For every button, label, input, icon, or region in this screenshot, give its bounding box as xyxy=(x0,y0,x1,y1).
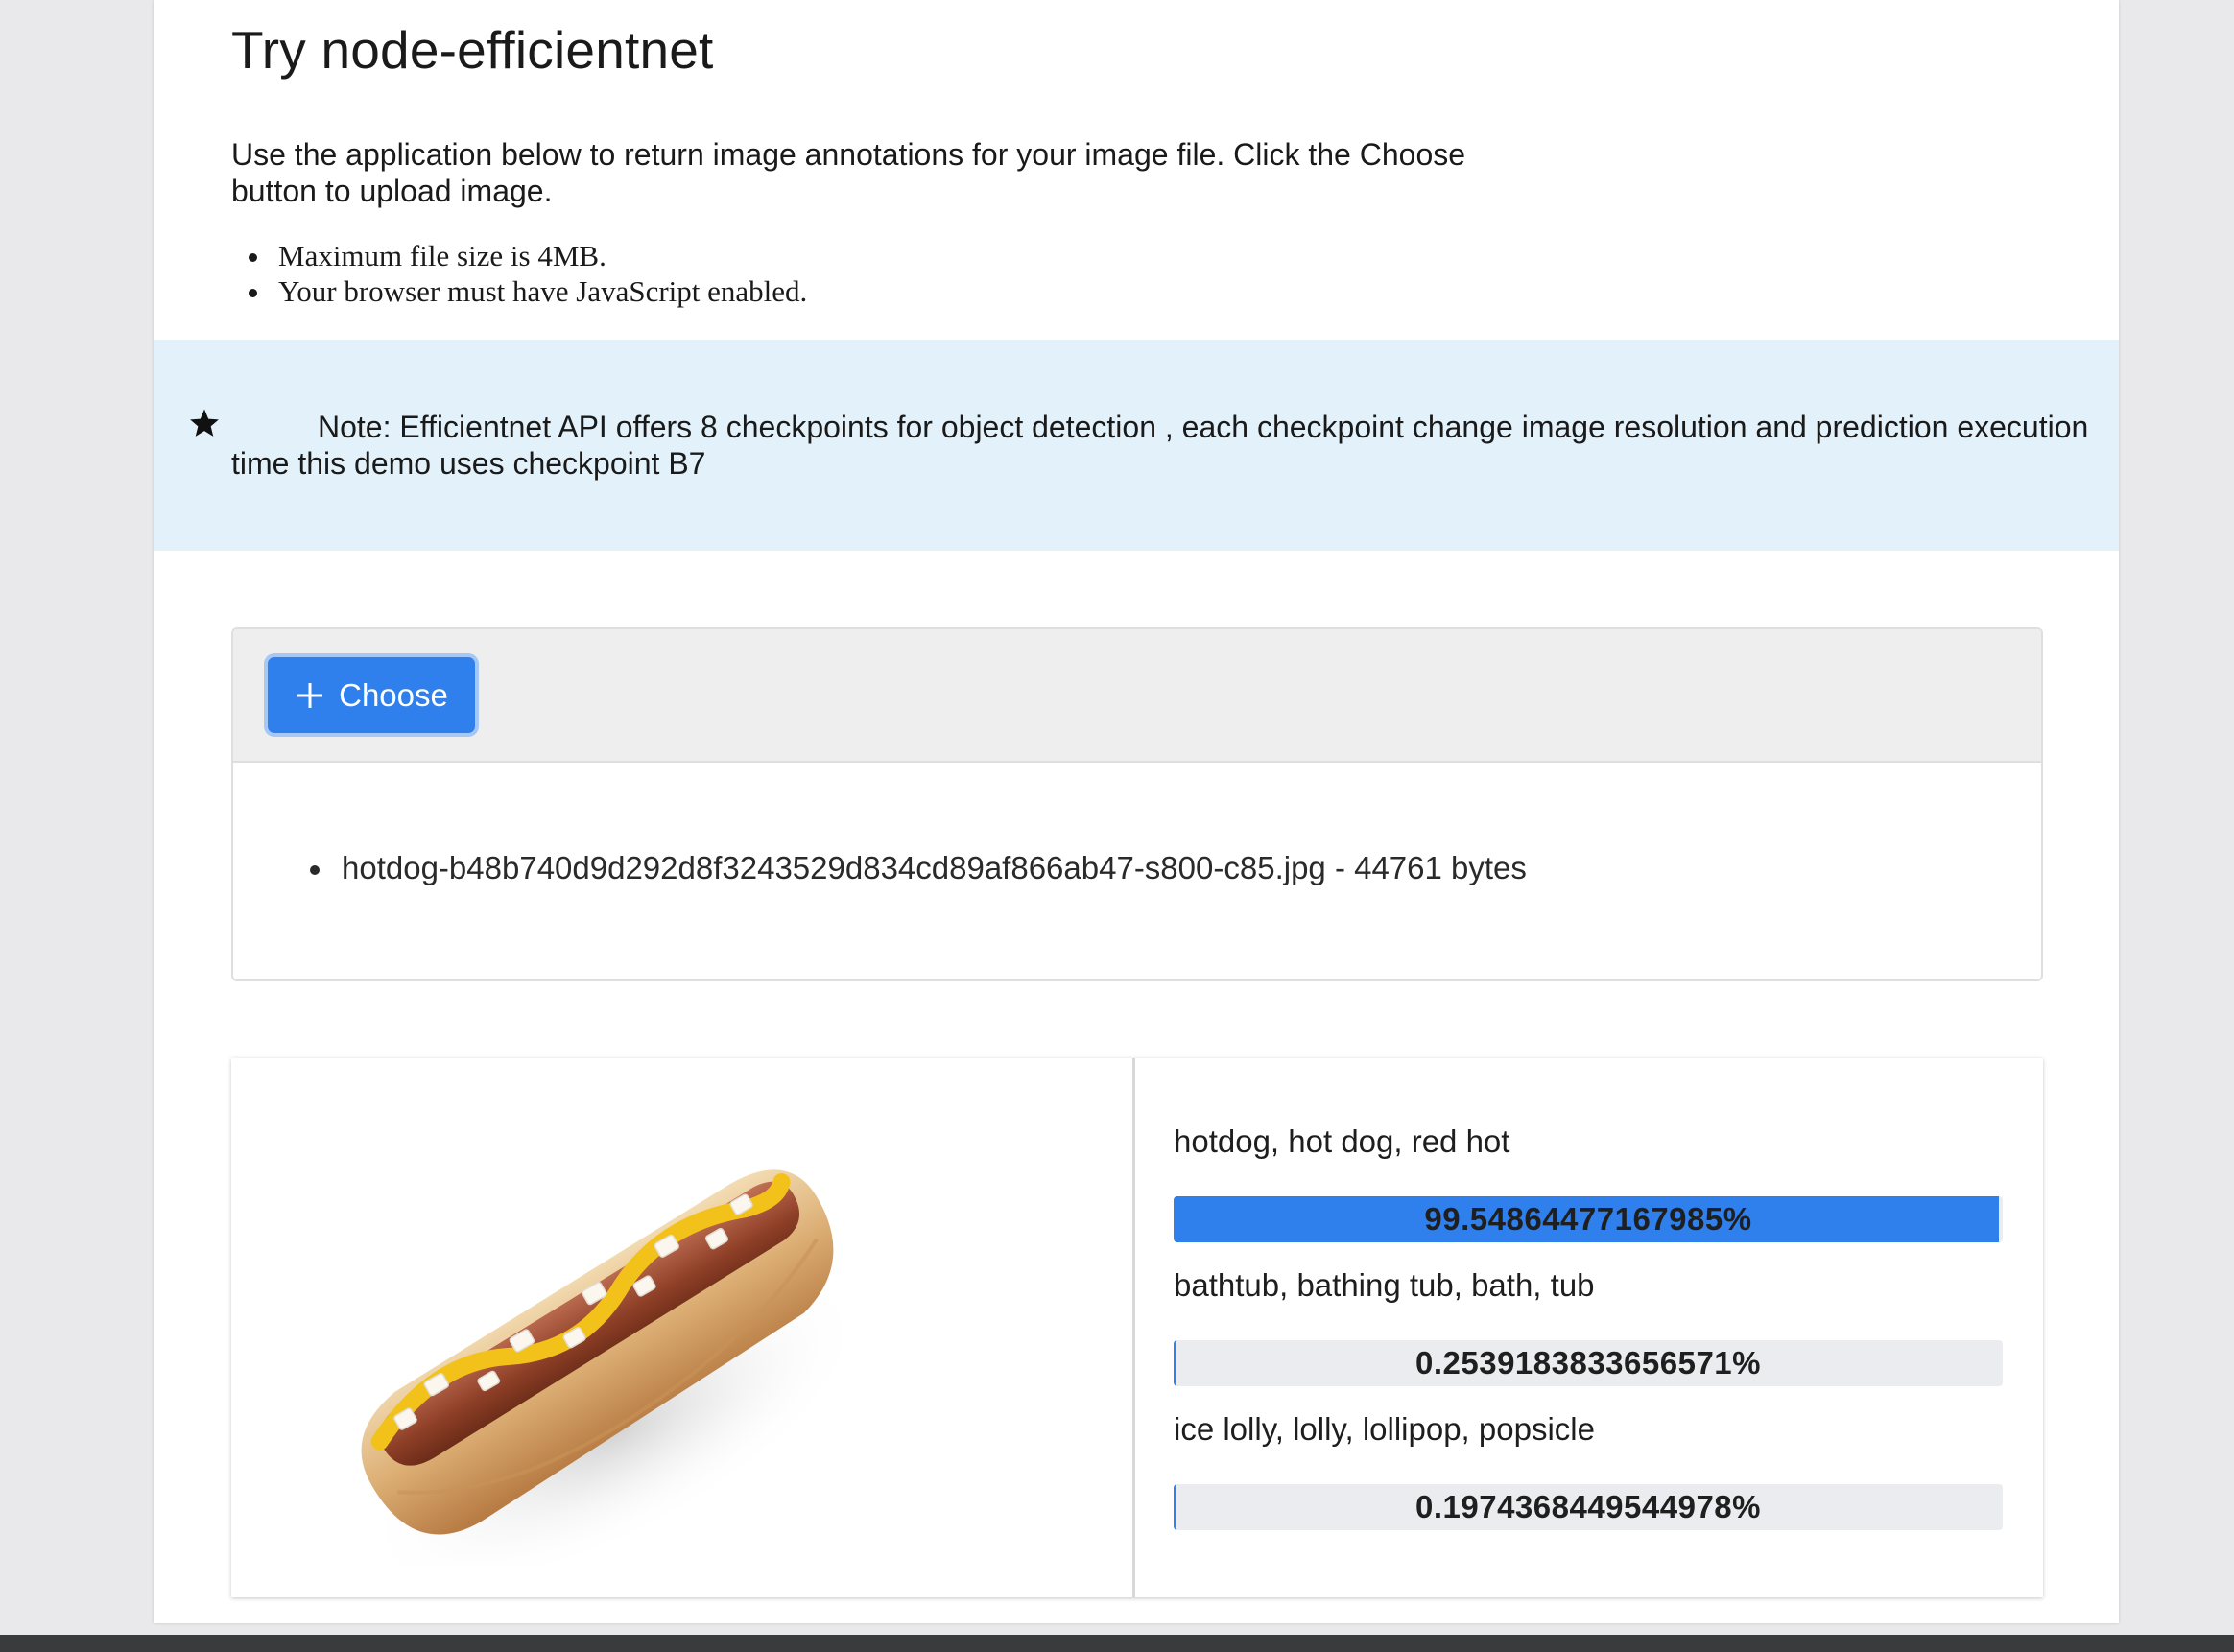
prediction-value: 0.2539183833656571% xyxy=(1414,1345,1761,1381)
bottom-bar xyxy=(0,1635,2234,1652)
prediction-bar: 0.2539183833656571% xyxy=(1174,1340,2003,1386)
prediction-bar: 99.54864477167985% xyxy=(1174,1196,2003,1242)
prediction-label: bathtub, bathing tub, bath, tub xyxy=(1174,1267,1595,1303)
file-list: hotdog-b48b740d9d292d8f3243529d834cd89af… xyxy=(310,850,1527,886)
note-banner: Note: Efficientnet API offers 8 checkpoi… xyxy=(154,340,2119,551)
choose-button[interactable]: Choose xyxy=(268,657,475,733)
note-text: Note: Efficientnet API offers 8 checkpoi… xyxy=(231,410,2089,481)
plus-icon xyxy=(297,682,323,708)
requirement-item: Your browser must have JavaScript enable… xyxy=(248,274,808,308)
prediction-value: 99.54864477167985% xyxy=(1424,1201,1752,1237)
uploader-toolbar: Choose xyxy=(233,629,2041,763)
file-item: hotdog-b48b740d9d292d8f3243529d834cd89af… xyxy=(310,850,1527,885)
star-icon xyxy=(190,409,219,437)
page-title: Try node-efficientnet xyxy=(231,20,714,80)
results-card: hotdog, hot dog, red hot 99.548644771679… xyxy=(231,1058,2043,1597)
requirement-item: Maximum file size is 4MB. xyxy=(248,238,807,273)
prediction-value: 0.1974368449544978% xyxy=(1414,1489,1761,1524)
image-preview-pane xyxy=(231,1058,1135,1597)
requirements-list: Maximum file size is 4MB. Your browser m… xyxy=(248,238,808,309)
intro-text: Use the application below to return imag… xyxy=(231,137,1466,208)
page-container: Try node-efficientnet Use the applicatio… xyxy=(154,0,2119,1623)
prediction-label: hotdog, hot dog, red hot xyxy=(1174,1123,1510,1159)
predictions-pane: hotdog, hot dog, red hot 99.548644771679… xyxy=(1174,1058,2018,1597)
prediction-label: ice lolly, lolly, lollipop, popsicle xyxy=(1174,1411,1595,1447)
file-uploader: Choose hotdog-b48b740d9d292d8f3243529d83… xyxy=(231,627,2043,981)
choose-button-label: Choose xyxy=(339,676,448,713)
hotdog-image xyxy=(361,1169,867,1567)
prediction-bar: 0.1974368449544978% xyxy=(1174,1484,2003,1530)
